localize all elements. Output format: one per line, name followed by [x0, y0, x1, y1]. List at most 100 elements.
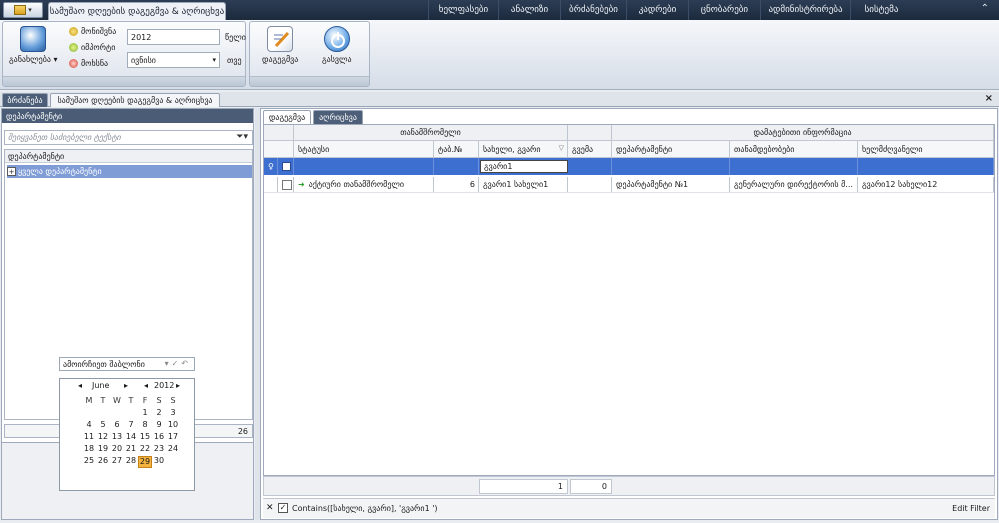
calendar-day[interactable]: 13: [110, 432, 124, 444]
plan-button[interactable]: დაგეგმვა: [262, 26, 298, 64]
col-name[interactable]: სახელი, გვარი ▽: [479, 141, 568, 157]
tree-node-all-departments[interactable]: + ყველა დეპარტამენტი: [7, 165, 252, 178]
calendar-day[interactable]: 17: [166, 432, 180, 444]
ribbon-tab-work-days[interactable]: სამუშაო დღეების დაგეგმვა & აღრიცხვა: [48, 2, 226, 20]
refresh-button[interactable]: განახლება ▾: [9, 26, 57, 64]
chevron-down-icon: ▾: [28, 6, 32, 14]
select-icon: [69, 27, 78, 36]
menu-orders[interactable]: ბრძანებები: [560, 0, 626, 20]
next-month-icon[interactable]: ▸: [124, 381, 128, 390]
remove-button[interactable]: მოხსნა: [69, 59, 108, 68]
exit-button[interactable]: გასვლა: [322, 26, 352, 64]
weekday-header: S: [170, 396, 176, 405]
col-tab-no[interactable]: ტაბ.№: [434, 141, 479, 157]
date-template-select[interactable]: ამოირჩიეთ შაბლონი ▾✓↶: [59, 357, 195, 371]
filter-row-icon: ♀: [264, 158, 278, 175]
weekday-header: F: [142, 396, 148, 405]
calendar-day[interactable]: 8: [138, 420, 152, 432]
menu-system[interactable]: სისტემა: [850, 0, 912, 20]
row-checkbox[interactable]: [282, 179, 292, 190]
col-status[interactable]: სტატუსი: [294, 141, 434, 157]
table-row[interactable]: ➜ აქტიური თანამშრომელი 6 გვარი1 სახელი1 …: [264, 177, 994, 193]
col-position[interactable]: თანამდებობები: [730, 141, 858, 157]
filter-panel: ✕ ✓ Contains([სახელი, გვარი], 'გვარი1 ')…: [263, 498, 995, 518]
menu-salaries[interactable]: ხელფასები: [428, 0, 498, 20]
calendar-day[interactable]: 19: [96, 444, 110, 456]
title-menubar: ▾ სამუშაო დღეების დაგეგმვა & აღრიცხვა ხე…: [0, 0, 999, 20]
next-year-icon[interactable]: ▸: [176, 381, 180, 390]
filter-expression: Contains([სახელი, გვარი], 'გვარი1 '): [292, 504, 438, 513]
calendar-month: June: [92, 381, 110, 390]
menu-administration[interactable]: ადმინისტრირება: [760, 0, 850, 20]
weekday-header: W: [113, 396, 121, 405]
calendar-day[interactable]: 24: [166, 444, 180, 456]
prev-year-icon[interactable]: ◂: [144, 381, 148, 390]
calendar-day[interactable]: 5: [96, 420, 110, 432]
calendar-day[interactable]: 16: [152, 432, 166, 444]
calendar-day[interactable]: 4: [82, 420, 96, 432]
collapse-ribbon-icon[interactable]: ⌃: [981, 3, 989, 14]
calendar-day[interactable]: 20: [110, 444, 124, 456]
calendar-day[interactable]: 6: [110, 420, 124, 432]
calendar-day[interactable]: 30: [152, 456, 166, 468]
date-actions-icon[interactable]: ▾✓↶: [165, 359, 191, 368]
edit-filter-button[interactable]: Edit Filter: [952, 504, 990, 513]
filter-enabled-checkbox[interactable]: ✓: [278, 503, 288, 513]
calendar-day[interactable]: 10: [166, 420, 180, 432]
tab-accounting[interactable]: აღრიცხვა: [313, 110, 363, 124]
calendar-year: 2012: [154, 381, 175, 390]
calendar: ◂ June ▸ ◂ 2012 ▸ M T W T F S S 1 2 3 4 5 6 7 8 9 10 11 12…: [59, 378, 195, 491]
calendar-day[interactable]: 7: [124, 420, 138, 432]
prev-month-icon[interactable]: ◂: [78, 381, 82, 390]
calendar-day[interactable]: 28: [124, 456, 138, 468]
year-label: წელი: [225, 33, 246, 42]
menu-references[interactable]: ცნობარები: [688, 0, 760, 20]
month-select[interactable]: ივნისი ▾: [127, 52, 220, 68]
department-search-input[interactable]: შეიყვანეთ საძიებელი ტექსტი ⏷▾: [4, 130, 253, 145]
name-filter-input[interactable]: გვარი1: [480, 160, 568, 173]
ribbon-group-period: განახლება ▾ მონიშვნა იმპორტი მოხსნა 2012…: [2, 21, 246, 87]
menu-personnel[interactable]: კადრები: [626, 0, 688, 20]
doc-tab-work-days[interactable]: სამუშაო დღეების დაგეგმვა & აღრიცხვა: [50, 93, 220, 107]
calendar-day[interactable]: 9: [152, 420, 166, 432]
calendar-day[interactable]: 2: [152, 408, 166, 420]
calendar-day[interactable]: 14: [124, 432, 138, 444]
tree-column-header: დეპარტამენტი: [5, 150, 252, 163]
import-button[interactable]: იმპორტი: [69, 43, 115, 52]
calendar-day[interactable]: 29: [138, 456, 152, 468]
ribbon: განახლება ▾ მონიშვნა იმპორტი მოხსნა 2012…: [0, 20, 999, 90]
auto-filter-row: ♀ გვარი1: [264, 158, 994, 175]
remove-icon: [69, 59, 78, 68]
calendar-day[interactable]: 1: [138, 408, 152, 420]
calendar-day[interactable]: 22: [138, 444, 152, 456]
calendar-day[interactable]: 21: [124, 444, 138, 456]
calendar-day[interactable]: 11: [82, 432, 96, 444]
menu-analysis[interactable]: ანალიზი: [498, 0, 560, 20]
calendar-day[interactable]: 3: [166, 408, 180, 420]
filter-icon[interactable]: ⏷▾: [236, 132, 248, 142]
calendar-day[interactable]: 25: [82, 456, 96, 468]
application-menu-button[interactable]: ▾: [3, 2, 43, 18]
calendar-day[interactable]: 12: [96, 432, 110, 444]
year-input[interactable]: 2012: [127, 29, 220, 45]
close-icon[interactable]: ×: [985, 93, 993, 104]
calendar-day[interactable]: 27: [110, 456, 124, 468]
expand-icon[interactable]: +: [7, 167, 16, 176]
month-label: თვე: [227, 56, 242, 65]
col-schedule[interactable]: გვემა: [568, 141, 612, 157]
plan-pane: დაგეგმვა აღრიცხვა თანამშრომელი დამატებით…: [260, 108, 998, 520]
calendar-day[interactable]: 23: [152, 444, 166, 456]
col-department[interactable]: დეპარტამენტი: [612, 141, 730, 157]
weekday-header: T: [128, 396, 134, 405]
select-button[interactable]: მონიშვნა: [69, 27, 116, 36]
calendar-day[interactable]: 26: [96, 456, 110, 468]
calendar-day[interactable]: 18: [82, 444, 96, 456]
edit-document-icon: [267, 26, 294, 52]
tab-planning[interactable]: დაგეგმვა: [263, 110, 311, 124]
doc-tab-order[interactable]: ბრძანება: [2, 93, 48, 107]
filter-icon[interactable]: ▽: [559, 144, 564, 152]
col-manager[interactable]: ხელმძღვანელი: [858, 141, 994, 157]
import-icon: [69, 43, 78, 52]
clear-filter-icon[interactable]: ✕: [266, 503, 274, 513]
calendar-day[interactable]: 15: [138, 432, 152, 444]
